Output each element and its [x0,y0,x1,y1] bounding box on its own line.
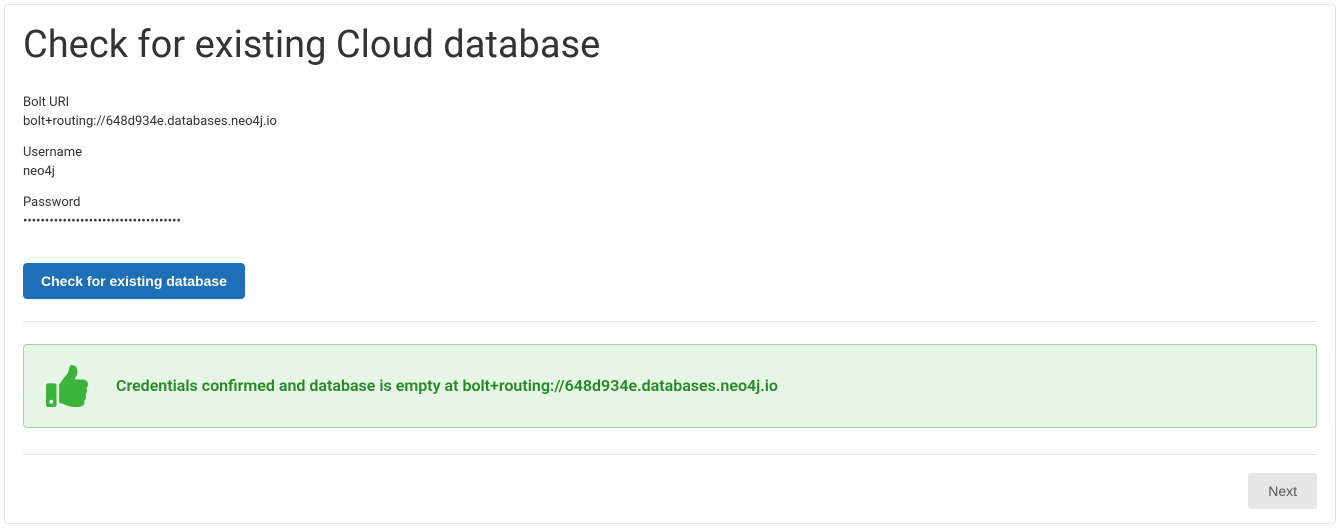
bolt-uri-value: bolt+routing://648d934e.databases.neo4j.… [23,114,1317,129]
password-label: Password [23,195,1317,210]
check-database-button[interactable]: Check for existing database [23,263,245,299]
password-group: Password •••••••••••••••••••••••••••••••… [23,195,1317,229]
page-title: Check for existing Cloud database [23,23,1317,69]
username-value: neo4j [23,164,1317,179]
status-message: Credentials confirmed and database is em… [116,376,778,395]
bolt-uri-group: Bolt URI bolt+routing://648d934e.databas… [23,95,1317,129]
status-alert: Credentials confirmed and database is em… [23,344,1317,428]
username-label: Username [23,145,1317,160]
bolt-uri-label: Bolt URI [23,95,1317,110]
divider [23,321,1317,322]
thumbs-up-icon [46,365,88,407]
footer-actions: Next [23,473,1317,509]
main-panel: Check for existing Cloud database Bolt U… [4,4,1336,524]
password-value: •••••••••••••••••••••••••••••••••••• [23,214,1317,229]
divider-bottom [23,454,1317,455]
next-button[interactable]: Next [1248,473,1317,509]
username-group: Username neo4j [23,145,1317,179]
